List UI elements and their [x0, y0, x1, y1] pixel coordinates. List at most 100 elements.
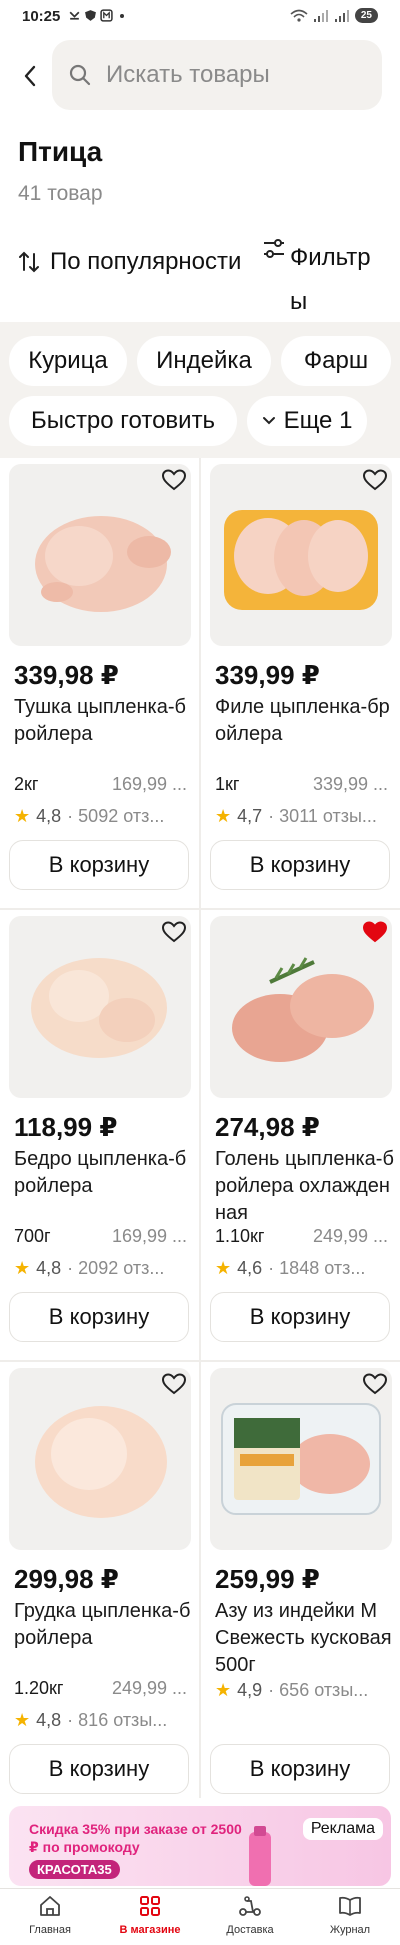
- chevron-left-icon: [24, 65, 36, 87]
- promo-banner[interactable]: Скидка 35% при заказе от 2500 ₽ по промо…: [9, 1806, 391, 1886]
- status-right: 25: [290, 8, 378, 23]
- status-bar: 10:25 25: [0, 0, 400, 36]
- rating-value: 4,9: [237, 1680, 263, 1700]
- reviews-count: · 2092 отз...: [67, 1258, 165, 1278]
- search-bar[interactable]: [52, 40, 382, 110]
- missed-call-icon: [69, 11, 80, 20]
- nav-label: Доставка: [226, 1924, 274, 1936]
- rating-row: ★ 4,6 · 1848 отз...: [215, 1258, 390, 1279]
- product-card[interactable]: 339,98 ₽ Тушка цыпленка-бройлера 2кг 169…: [0, 458, 199, 908]
- star-icon: ★: [14, 1258, 31, 1278]
- nav-journal[interactable]: Журнал: [300, 1895, 400, 1936]
- product-weight: 2кг: [14, 774, 39, 794]
- product-name[interactable]: Бедро цыпленка-бройлера: [14, 1146, 194, 1200]
- sort-icon: [19, 251, 39, 273]
- add-to-cart-button[interactable]: В корзину: [210, 1744, 390, 1794]
- nav-label: Журнал: [329, 1924, 371, 1936]
- favorite-heart-icon[interactable]: [362, 1372, 388, 1396]
- category-chips: Курица Индейка Фарш Быстро готовить Еще …: [0, 322, 400, 458]
- notification-icons: [68, 9, 124, 22]
- filters-label: Фильтры: [290, 244, 371, 315]
- product-weight: 1.10кг: [215, 1226, 265, 1246]
- product-card[interactable]: 118,99 ₽ Бедро цыпленка-бройлера 700г 16…: [0, 910, 199, 1360]
- product-name[interactable]: Голень цыпленка-бройлера охлажденная: [215, 1146, 395, 1227]
- promo-code: КРАСОТА35: [29, 1860, 120, 1879]
- unit-price: 339,99 ...: [312, 774, 388, 794]
- page-title: Птица: [18, 136, 103, 167]
- favorite-heart-icon[interactable]: [362, 920, 388, 944]
- shield-icon: [85, 10, 96, 21]
- product-price: 339,98 ₽: [14, 660, 119, 690]
- signal-2-icon: [334, 9, 349, 22]
- product-card[interactable]: 299,98 ₽ Грудка цыпленка-бройлера 1.20кг…: [0, 1362, 199, 1812]
- product-weight: 1.20кг: [14, 1678, 64, 1698]
- search-input[interactable]: [104, 60, 358, 90]
- product-name[interactable]: Филе цыпленка-бройлера: [215, 694, 395, 748]
- reviews-count: · 656 отзы...: [268, 1680, 369, 1700]
- rating-row: ★ 4,9 · 656 отзы...: [215, 1680, 390, 1701]
- status-time: 10:25: [22, 8, 61, 25]
- filters-button[interactable]: Фильтры: [260, 232, 388, 315]
- chip-mince[interactable]: Фарш: [281, 336, 391, 386]
- filter-sliders-icon: [264, 239, 284, 258]
- product-card[interactable]: 274,98 ₽ Голень цыпленка-бройлера охлажд…: [201, 910, 400, 1360]
- grid-icon: [140, 1896, 160, 1916]
- product-name[interactable]: Азу из индейки М Свежесть кусковая 500г: [215, 1598, 395, 1679]
- nav-in-store[interactable]: В магазине: [100, 1895, 200, 1936]
- app-badge-icon: [100, 9, 113, 22]
- reviews-count: · 3011 отзы...: [268, 806, 377, 826]
- book-icon: [339, 1896, 361, 1916]
- ad-label: Реклама: [302, 1818, 383, 1840]
- favorite-heart-icon[interactable]: [161, 920, 187, 944]
- bottom-navigation: Главная В магазине Доставка Журнал: [0, 1888, 400, 1945]
- rating-value: 4,8: [36, 1258, 62, 1278]
- rating-value: 4,8: [36, 806, 62, 826]
- add-to-cart-button[interactable]: В корзину: [9, 1744, 189, 1794]
- star-icon: ★: [215, 806, 232, 826]
- chip-more[interactable]: Еще 1: [247, 396, 367, 446]
- product-price: 339,99 ₽: [215, 660, 320, 690]
- reviews-count: · 1848 отз...: [268, 1258, 366, 1278]
- chip-quick-cook[interactable]: Быстро готовить: [9, 396, 237, 446]
- unit-price: 249,99 ...: [312, 1226, 388, 1246]
- sort-button[interactable]: По популярности: [18, 248, 241, 276]
- nav-home[interactable]: Главная: [0, 1895, 100, 1936]
- battery-level: 25: [354, 8, 378, 23]
- chip-chicken[interactable]: Курица: [9, 336, 127, 386]
- product-weight: 1кг: [215, 774, 240, 794]
- chip-label: Фарш: [303, 347, 369, 374]
- cosmetics-bottle-icon: [249, 1826, 271, 1886]
- add-to-cart-button[interactable]: В корзину: [9, 840, 189, 890]
- rating-value: 4,8: [36, 1710, 62, 1730]
- product-card[interactable]: 339,99 ₽ Филе цыпленка-бройлера 1кг 339,…: [201, 458, 400, 908]
- favorite-heart-icon[interactable]: [161, 1372, 187, 1396]
- wifi-icon: [290, 9, 308, 22]
- rating-row: ★ 4,8 · 5092 отз...: [14, 806, 189, 827]
- nav-delivery[interactable]: Доставка: [200, 1895, 300, 1936]
- promo-text: Скидка 35% при заказе от 2500 ₽ по промо…: [29, 1821, 242, 1855]
- chip-turkey[interactable]: Индейка: [137, 336, 271, 386]
- sort-label: По популярности: [50, 248, 242, 275]
- product-price: 118,99 ₽: [14, 1112, 118, 1142]
- add-to-cart-button[interactable]: В корзину: [210, 840, 390, 890]
- search-icon: [69, 64, 91, 86]
- reviews-count: · 816 отзы...: [67, 1710, 168, 1730]
- product-price: 274,98 ₽: [215, 1112, 320, 1142]
- product-count: 41 товар: [18, 182, 103, 205]
- add-to-cart-button[interactable]: В корзину: [9, 1292, 189, 1342]
- product-weight: 700г: [14, 1226, 51, 1246]
- star-icon: ★: [215, 1258, 232, 1278]
- chip-label: Индейка: [156, 347, 252, 374]
- back-button[interactable]: [16, 58, 44, 94]
- star-icon: ★: [215, 1680, 232, 1700]
- product-card[interactable]: 259,99 ₽ Азу из индейки М Свежесть куско…: [201, 1362, 400, 1812]
- product-name[interactable]: Грудка цыпленка-бройлера: [14, 1598, 194, 1652]
- scooter-icon: [239, 1896, 261, 1916]
- rating-row: ★ 4,8 · 816 отзы...: [14, 1710, 189, 1731]
- favorite-heart-icon[interactable]: [161, 468, 187, 492]
- favorite-heart-icon[interactable]: [362, 468, 388, 492]
- add-to-cart-button[interactable]: В корзину: [210, 1292, 390, 1342]
- nav-label: В магазине: [119, 1924, 181, 1936]
- chip-label: Быстро готовить: [30, 407, 216, 434]
- product-name[interactable]: Тушка цыпленка-бройлера: [14, 694, 194, 748]
